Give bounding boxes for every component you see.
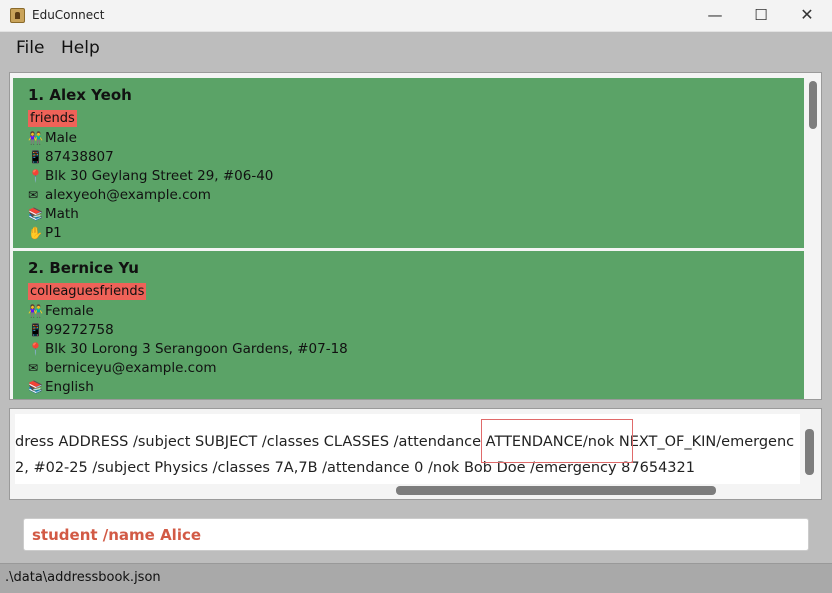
result-vertical-scrollbar[interactable]	[805, 429, 814, 475]
command-box-area	[9, 506, 822, 558]
minimize-button[interactable]: —	[692, 0, 738, 32]
address-value: Blk 30 Geylang Street 29, #06-40	[45, 168, 274, 184]
gender-value: Male	[45, 130, 77, 146]
window-title: EduConnect	[32, 8, 105, 22]
result-display-panel: dress ADDRESS /subject SUBJECT /classes …	[9, 408, 822, 500]
list-scrollbar[interactable]	[805, 73, 821, 399]
tag-badge: friends	[28, 110, 77, 127]
phone-icon: 📱	[28, 323, 43, 337]
gender-row: 👫 Female	[28, 302, 789, 321]
subject-row: 📚 Math	[28, 205, 789, 224]
result-display[interactable]: dress ADDRESS /subject SUBJECT /classes …	[15, 414, 800, 484]
result-horizontal-scrollbar[interactable]	[396, 486, 716, 495]
phone-row: 📱 99272758	[28, 321, 789, 340]
email-icon: ✉	[28, 188, 39, 202]
person-card[interactable]: 2. Bernice Yu colleaguesfriends 👫 Female …	[13, 251, 804, 399]
hand-icon: ✋	[28, 226, 43, 240]
subject-row: 📚 English	[28, 378, 789, 397]
location-pin-icon: 📍	[28, 169, 43, 183]
phone-value: 99272758	[45, 322, 114, 338]
close-button[interactable]: ✕	[784, 0, 830, 32]
email-row: ✉ alexyeoh@example.com	[28, 186, 789, 205]
books-icon: 📚	[28, 380, 43, 394]
books-icon: 📚	[28, 207, 43, 221]
email-value: alexyeoh@example.com	[45, 187, 211, 203]
classes-row: ✋ P1	[28, 224, 789, 243]
phone-row: 📱 87438807	[28, 148, 789, 167]
app-icon	[10, 8, 25, 23]
person-list-panel[interactable]: 1. Alex Yeoh friends 👫 Male 📱 87438807 📍 Bl…	[9, 72, 822, 400]
tag-badge: colleaguesfriends	[28, 283, 147, 300]
email-value: berniceyu@example.com	[45, 360, 217, 376]
gender-row: 👫 Male	[28, 129, 789, 148]
subject-value: English	[45, 379, 94, 395]
address-row: 📍 Blk 30 Geylang Street 29, #06-40	[28, 167, 789, 186]
gender-icon: 👫	[28, 304, 43, 318]
email-row: ✉ berniceyu@example.com	[28, 359, 789, 378]
menu-bar: File Help	[0, 33, 832, 65]
address-row: 📍 Blk 30 Lorong 3 Serangoon Gardens, #07-…	[28, 340, 789, 359]
menu-file[interactable]: File	[16, 38, 44, 58]
file-path: .\data\addressbook.json	[5, 570, 161, 585]
gender-icon: 👫	[28, 131, 43, 145]
result-line-1: dress ADDRESS /subject SUBJECT /classes …	[15, 434, 795, 450]
list-scrollbar-thumb[interactable]	[809, 81, 817, 129]
phone-value: 87438807	[45, 149, 114, 165]
maximize-button[interactable]: ☐	[738, 0, 784, 32]
classes-value: P1	[45, 225, 62, 241]
highlight-box	[481, 419, 633, 463]
phone-icon: 📱	[28, 150, 43, 164]
location-pin-icon: 📍	[28, 342, 43, 356]
address-value: Blk 30 Lorong 3 Serangoon Gardens, #07-1…	[45, 341, 348, 357]
subject-value: Math	[45, 206, 79, 222]
title-bar: EduConnect — ☐ ✕	[0, 0, 832, 32]
email-icon: ✉	[28, 361, 39, 375]
person-name: 2. Bernice Yu	[28, 259, 139, 277]
status-bar: .\data\addressbook.json	[0, 563, 832, 593]
person-card[interactable]: 1. Alex Yeoh friends 👫 Male 📱 87438807 📍 Bl…	[13, 78, 804, 248]
command-input[interactable]	[23, 518, 809, 551]
person-name: 1. Alex Yeoh	[28, 86, 132, 104]
menu-help[interactable]: Help	[61, 38, 100, 58]
gender-value: Female	[45, 303, 94, 319]
